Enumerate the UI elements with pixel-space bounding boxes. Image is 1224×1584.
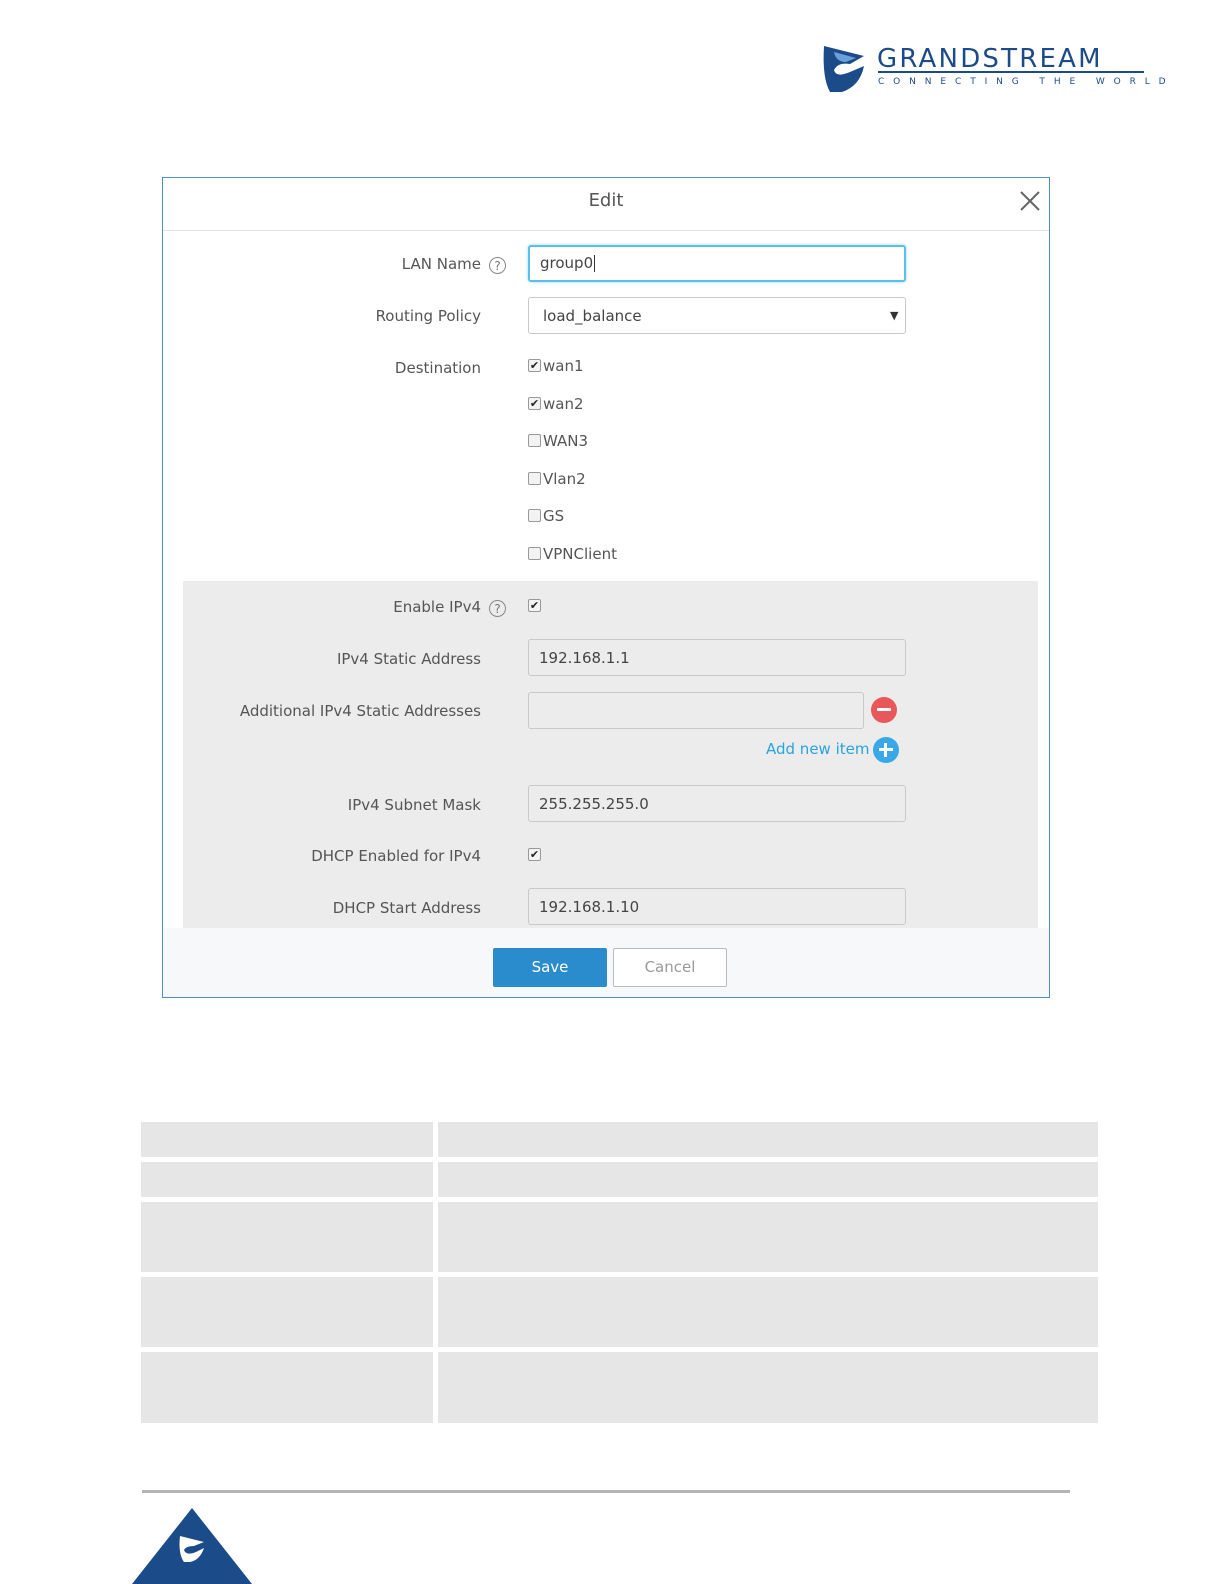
grandstream-logo-icon — [823, 46, 864, 92]
ipv4-settings-panel — [183, 581, 1038, 928]
remove-item-icon[interactable] — [871, 697, 897, 723]
additional-ipv4-label: Additional IPv4 Static Addresses — [239, 702, 481, 720]
routing-policy-label: Routing Policy — [375, 307, 481, 325]
table-cell — [141, 1202, 433, 1272]
destination-label-wan2: wan2 — [543, 395, 584, 413]
dhcp-enabled-label: DHCP Enabled for IPv4 — [311, 847, 481, 865]
lan-name-input[interactable]: group0 — [528, 245, 906, 282]
checkbox-vlan2[interactable] — [528, 472, 541, 485]
chevron-down-icon: ▼ — [890, 309, 899, 322]
checkbox-wan3[interactable] — [528, 434, 541, 447]
table-cell — [141, 1122, 433, 1157]
footer-logo-icon — [132, 1508, 252, 1584]
save-button[interactable]: Save — [493, 948, 607, 987]
table-cell — [438, 1202, 1098, 1272]
checkbox-enable-ipv4[interactable]: ✔ — [528, 599, 541, 612]
table-row — [141, 1352, 1098, 1423]
destination-label-vpnclient: VPNClient — [543, 545, 617, 563]
enable-ipv4-label: Enable IPv4 — [393, 598, 481, 616]
destination-label-wan1: wan1 — [543, 357, 584, 375]
footer-divider — [142, 1490, 1070, 1493]
cancel-button[interactable]: Cancel — [613, 948, 727, 987]
brand-rule — [878, 71, 1144, 73]
help-icon[interactable]: ? — [489, 257, 506, 274]
table-row — [141, 1122, 1098, 1157]
grandstream-logo: GRANDSTREAM CONNECTING THE WORLD — [820, 42, 1166, 94]
table-cell — [438, 1162, 1098, 1197]
table-row — [141, 1277, 1098, 1347]
checkbox-dhcp-enabled[interactable]: ✔ — [528, 848, 541, 861]
checkbox-wan2[interactable]: ✔ — [528, 397, 541, 410]
help-icon[interactable]: ? — [489, 600, 506, 617]
table-cell — [141, 1162, 433, 1197]
table-row — [141, 1162, 1098, 1197]
add-new-item-link[interactable]: Add new item — [766, 740, 869, 758]
ipv4-static-input[interactable] — [528, 639, 906, 676]
table-cell — [141, 1352, 433, 1423]
dhcp-start-input[interactable] — [528, 888, 906, 925]
table-cell — [438, 1352, 1098, 1423]
lan-name-value: group0 — [540, 254, 594, 272]
table-cell — [438, 1277, 1098, 1347]
subnet-mask-label: IPv4 Subnet Mask — [347, 796, 481, 814]
destination-label-wan3: WAN3 — [543, 432, 589, 450]
dialog-footer: Save Cancel — [163, 928, 1049, 997]
additional-ipv4-input[interactable] — [528, 692, 864, 729]
lan-name-label: LAN Name — [401, 255, 481, 273]
dialog-title: Edit — [588, 190, 624, 211]
ipv4-static-label: IPv4 Static Address — [336, 650, 481, 668]
table-cell — [438, 1122, 1098, 1157]
checkbox-vpnclient[interactable] — [528, 547, 541, 560]
subnet-mask-input[interactable] — [528, 785, 906, 822]
close-icon[interactable] — [1019, 190, 1041, 212]
add-item-icon[interactable] — [873, 737, 899, 763]
brand-name: GRANDSTREAM — [877, 44, 1103, 74]
dhcp-start-label: DHCP Start Address — [332, 899, 481, 917]
destination-label: Destination — [394, 359, 481, 377]
brand-tagline: CONNECTING THE WORLD — [878, 77, 1175, 87]
checkbox-gs[interactable] — [528, 509, 541, 522]
table-cell — [141, 1277, 433, 1347]
edit-dialog: Edit LAN Name ? group0 Routing Policy lo… — [162, 177, 1050, 998]
destination-label-vlan2: Vlan2 — [543, 470, 586, 488]
dialog-header: Edit — [163, 178, 1049, 231]
checkbox-wan1[interactable]: ✔ — [528, 359, 541, 372]
routing-policy-value: load_balance — [543, 307, 642, 325]
destination-label-gs: GS — [543, 507, 565, 525]
dialog-body: LAN Name ? group0 Routing Policy load_ba… — [163, 231, 1049, 928]
table-row — [141, 1202, 1098, 1272]
